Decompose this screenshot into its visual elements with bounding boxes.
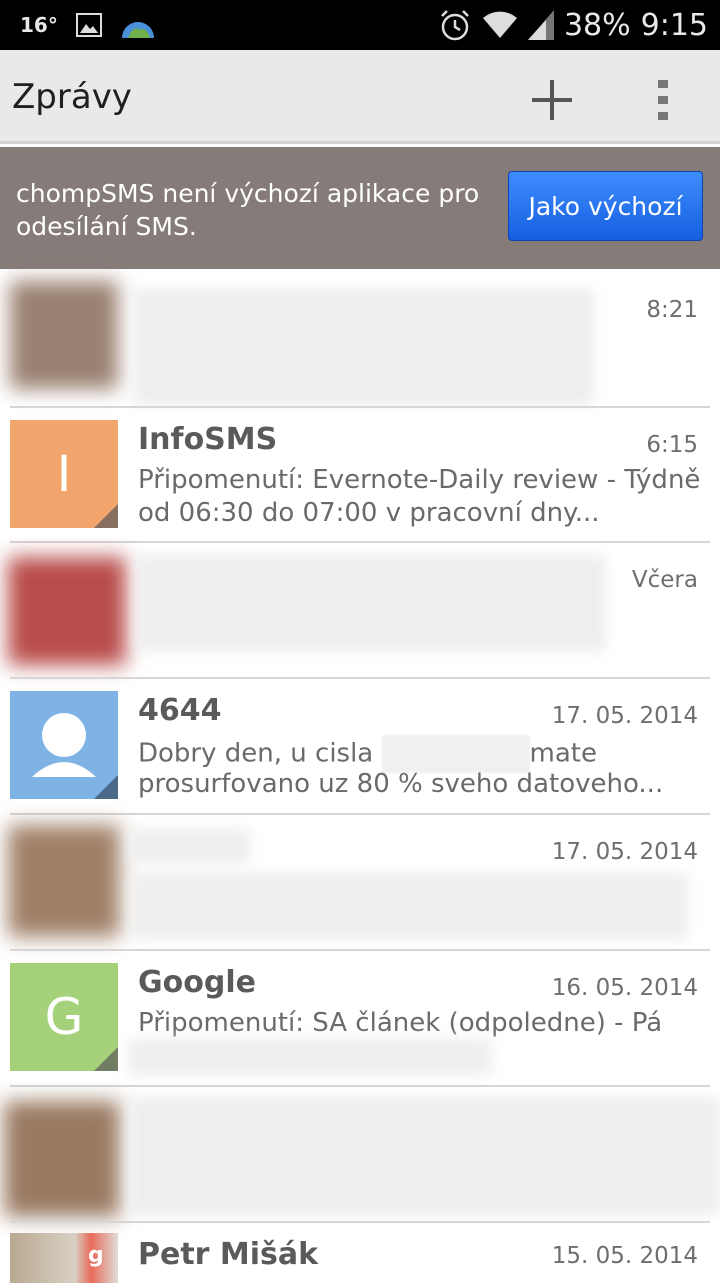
temperature-text: 16° [20, 13, 58, 37]
contact-avatar: g [10, 1233, 118, 1283]
status-bar: 16° 38% 9:15 [0, 0, 720, 50]
redacted-content [128, 1039, 492, 1075]
snippet-text-b: mate [529, 738, 597, 769]
avatar-corner [94, 504, 118, 528]
contact-name: InfoSMS [138, 422, 278, 457]
contact-name: 4644 [138, 693, 222, 728]
redacted-name [130, 829, 250, 863]
contact-avatar: G [10, 963, 118, 1071]
new-message-button[interactable] [522, 72, 582, 128]
google-plus-badge-icon: g [88, 1243, 104, 1268]
conversation-row[interactable]: I InfoSMS 6:15 Připomenutí: Evernote-Dai… [0, 408, 720, 543]
weather-notification-icon [120, 10, 156, 40]
conversation-time: 8:21 [646, 297, 698, 323]
avatar-letter: G [44, 988, 84, 1046]
battery-percentage: 38% [563, 7, 631, 43]
contact-avatar [4, 1101, 120, 1217]
conversation-time: 17. 05. 2014 [551, 839, 698, 865]
default-app-banner: chompSMS není výchozí aplikace pro odesí… [0, 147, 720, 269]
conversation-time: 15. 05. 2014 [551, 1243, 698, 1269]
conversation-time: 16. 05. 2014 [551, 975, 698, 1001]
banner-message: chompSMS není výchozí aplikace pro odesí… [16, 179, 480, 241]
contact-avatar [10, 281, 118, 389]
redacted-content [132, 873, 688, 939]
avatar-letter: I [56, 445, 72, 503]
message-snippet-line1: Připomenutí: SA článek (odpoledne) - Pá [138, 1008, 663, 1038]
conversation-time: 6:15 [646, 432, 698, 458]
contact-avatar [8, 557, 126, 665]
page-title: Zprávy [12, 77, 132, 117]
signal-icon [527, 10, 554, 40]
redacted-content [130, 1097, 720, 1215]
redacted-content [136, 555, 606, 651]
more-vert-icon [658, 80, 668, 120]
conversation-row[interactable]: g Petr Mišák 15. 05. 2014 [0, 1223, 720, 1283]
conversation-row[interactable]: 8:21 [0, 269, 720, 408]
default-person-icon [32, 713, 118, 799]
gallery-notification-icon [75, 13, 102, 37]
snippet-text-a: Dobry den, u cisla [138, 738, 374, 769]
alarm-icon [438, 8, 472, 42]
overflow-menu-button[interactable] [642, 72, 686, 128]
contact-avatar [8, 825, 120, 937]
plus-icon [532, 80, 572, 120]
message-snippet-line1: Připomenutí: Evernote-Daily review - Týd… [138, 465, 701, 495]
conversation-time: 17. 05. 2014 [551, 703, 698, 729]
contact-avatar [10, 691, 118, 799]
conversation-time: Včera [631, 567, 698, 593]
contact-avatar: I [10, 420, 118, 528]
set-default-button[interactable]: Jako výchozí [508, 171, 703, 241]
message-snippet-line2: prosurfovano uz 80 % sveho datoveho... [138, 769, 664, 799]
conversation-row[interactable]: 4644 17. 05. 2014 Dobry den, u cisla mat… [0, 679, 720, 815]
contact-name: Petr Mišák [138, 1237, 319, 1272]
conversation-row[interactable]: G Google 16. 05. 2014 Připomenutí: SA čl… [0, 951, 720, 1087]
conversation-row[interactable]: 17. 05. 2014 [0, 815, 720, 951]
message-snippet-line2: od 06:30 do 07:00 v pracovní dny... [138, 498, 600, 528]
clock: 9:15 [640, 7, 708, 43]
conversation-row[interactable] [0, 1087, 720, 1223]
contact-name: Google [138, 965, 256, 1000]
redacted-content [134, 289, 594, 405]
conversation-row[interactable]: Včera [0, 543, 720, 679]
wifi-icon [482, 10, 518, 40]
avatar-corner [94, 1047, 118, 1071]
action-bar: Zprávy [0, 50, 720, 144]
